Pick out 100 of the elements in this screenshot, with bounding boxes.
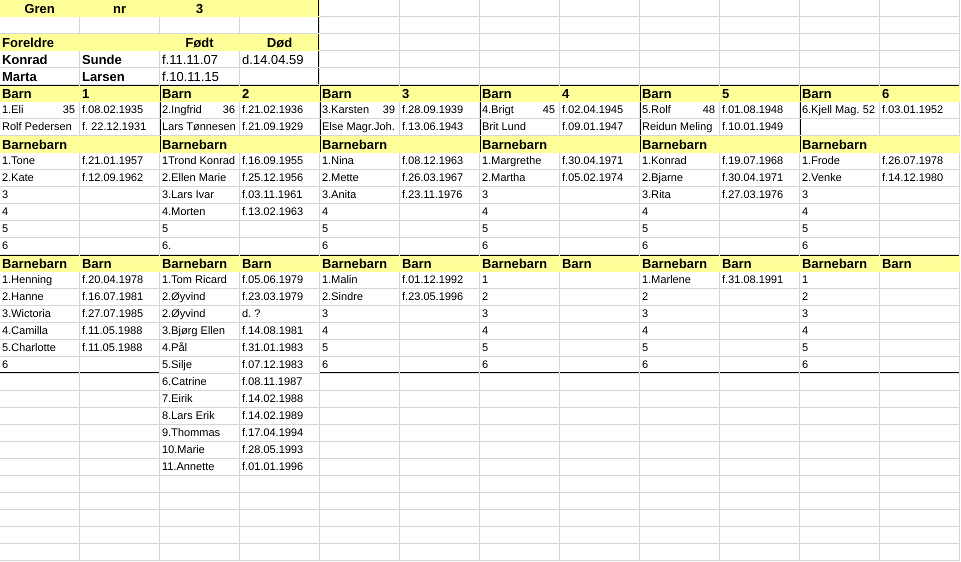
table-cell: 2.Øyvind (160, 289, 240, 306)
table-cell: 5.Silje (160, 357, 240, 374)
age-text: 45 (542, 104, 555, 116)
table-cell: 5 (480, 221, 560, 238)
table-cell: f.21.01.1957 (80, 153, 160, 170)
table-cell: f.11.05.1988 (80, 340, 160, 357)
header-cell: Barnebarn (320, 136, 400, 153)
name-text: 2.Ingfrid (162, 104, 202, 116)
table-cell: f.31.01.1983 (240, 340, 320, 357)
table-cell: 1.Malin (320, 272, 400, 289)
header-cell: Barnebarn (800, 136, 880, 153)
table-cell: 5 (800, 221, 880, 238)
name-text: 6.Kjell Mag. (802, 104, 860, 116)
name-text: 3.Karsten (322, 104, 370, 116)
header-cell: Barn (80, 255, 160, 272)
table-cell: 3 (480, 306, 560, 323)
table-cell: f.21.02.1936 (240, 102, 320, 119)
table-cell: 1 (480, 272, 560, 289)
table-cell: f.08.02.1935 (80, 102, 160, 119)
table-cell: f.23.11.1976 (400, 187, 480, 204)
header-cell: Barnebarn (0, 255, 80, 272)
table-cell: 6.Catrine (160, 374, 240, 391)
name-text: 4.Brigt (482, 104, 514, 116)
table-cell: 4 (320, 204, 400, 221)
header-cell: Død (240, 34, 320, 51)
table-cell: f.23.03.1979 (240, 289, 320, 306)
table-cell: f.13.02.1963 (240, 204, 320, 221)
table-cell: 4 (0, 204, 80, 221)
table-cell: 4.Pål (160, 340, 240, 357)
table-cell: f.30.04.1971 (720, 170, 800, 187)
table-cell: 2 (800, 289, 880, 306)
header-cell: Barn (720, 255, 800, 272)
table-cell: 3 (640, 306, 720, 323)
table-cell: 2.Venke (800, 170, 880, 187)
table-cell: f.01.12.1992 (400, 272, 480, 289)
table-cell: f.30.04.1971 (560, 153, 640, 170)
table-cell: 3 (320, 306, 400, 323)
table-cell: 1.Margrethe (480, 153, 560, 170)
table-cell: 2.Ellen Marie (160, 170, 240, 187)
table-cell: Sunde (80, 51, 160, 68)
table-cell: 2.Øyvind (160, 306, 240, 323)
table-cell: f.01.01.1996 (240, 459, 320, 476)
table-cell: 2.Martha (480, 170, 560, 187)
table-cell: 1.Nina (320, 153, 400, 170)
header-cell: 1 (80, 85, 160, 102)
age-text: 48 (702, 104, 715, 116)
table-cell: 1.Frode (800, 153, 880, 170)
table-cell: 6 (320, 357, 400, 374)
table-cell: 1.Konrad (640, 153, 720, 170)
table-cell: 1.Tone (0, 153, 80, 170)
table-cell: 3 (0, 187, 80, 204)
table-cell: f.14.02.1989 (240, 408, 320, 425)
table-cell: f.26.07.1978 (880, 153, 960, 170)
table-cell: 1.Marlene (640, 272, 720, 289)
table-cell: 4 (320, 323, 400, 340)
table-cell: d. ? (240, 306, 320, 323)
header-cell: Barnebarn (800, 255, 880, 272)
header-cell: nr (80, 0, 160, 17)
name-text: 5.Rolf (642, 104, 671, 116)
table-cell: f.02.04.1945 (560, 102, 640, 119)
age-text: 52 (862, 104, 875, 116)
table-cell: 10.Marie (160, 442, 240, 459)
table-cell: 4 (800, 204, 880, 221)
table-cell: f.16.07.1981 (80, 289, 160, 306)
header-cell: Barn (240, 255, 320, 272)
table-cell: f.14.02.1988 (240, 391, 320, 408)
table-cell: 2.Hanne (0, 289, 80, 306)
table-cell: 4.Morten (160, 204, 240, 221)
table-cell: 5 (800, 340, 880, 357)
table-cell: 5 (320, 340, 400, 357)
table-cell: 11.Annette (160, 459, 240, 476)
header-cell: Barnebarn (480, 136, 560, 153)
table-cell: 5.Charlotte (0, 340, 80, 357)
table-cell: f.08.12.1963 (400, 153, 480, 170)
table-cell: f.25.12.1956 (240, 170, 320, 187)
age-text: 35 (62, 104, 75, 116)
table-cell: f.23.05.1996 (400, 289, 480, 306)
table-cell: f.27.07.1985 (80, 306, 160, 323)
header-cell: Barnebarn (320, 255, 400, 272)
table-cell: f.14.08.1981 (240, 323, 320, 340)
table-cell: 4 (640, 204, 720, 221)
table-cell: 1Trond Konrad (160, 153, 240, 170)
table-cell: f.11.11.07 (160, 51, 240, 68)
table-cell: 3.Rita (640, 187, 720, 204)
table-cell: 3.Anita (320, 187, 400, 204)
header-cell: Født (160, 34, 240, 51)
table-cell: 1.Henning (0, 272, 80, 289)
table-cell: f.08.11.1987 (240, 374, 320, 391)
table-cell: f.28.05.1993 (240, 442, 320, 459)
table-cell: f.07.12.1983 (240, 357, 320, 374)
table-cell: f.03.11.1961 (240, 187, 320, 204)
header-cell: Barn (560, 255, 640, 272)
table-cell: 2 (640, 289, 720, 306)
table-cell: 2.Kate (0, 170, 80, 187)
table-cell: 2.Sindre (320, 289, 400, 306)
table-cell: 5 (320, 221, 400, 238)
header-cell: 5 (720, 85, 800, 102)
table-cell: f.20.04.1978 (80, 272, 160, 289)
table-cell: f.27.03.1976 (720, 187, 800, 204)
table-cell: 3.Wictoria (0, 306, 80, 323)
